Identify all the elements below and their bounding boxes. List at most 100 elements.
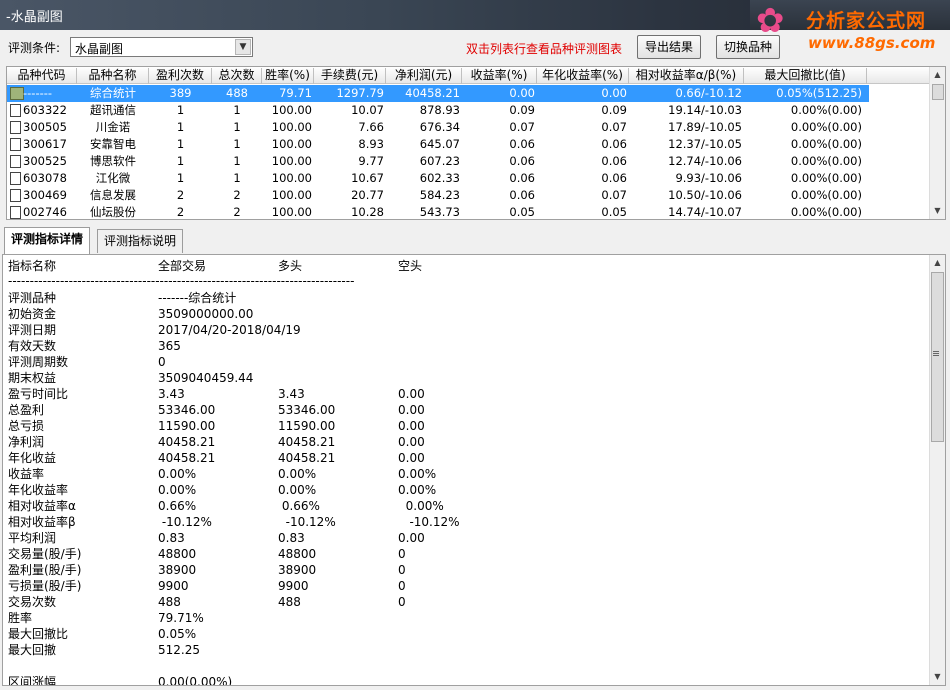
table-cell: 12.37/-10.05 bbox=[668, 137, 742, 151]
table-cell: 100.00 bbox=[271, 120, 312, 134]
metric-name: 评测周期数 bbox=[8, 355, 69, 369]
metric-value: 488 bbox=[278, 595, 301, 609]
table-cell: 1 bbox=[233, 171, 241, 185]
table-cell: 300469 bbox=[23, 188, 67, 202]
table-row[interactable]: ------- 综合统计 389 488 79.71 1297.79 40458.21 0.0… bbox=[7, 85, 869, 102]
detail-header-long: 多头 bbox=[278, 259, 303, 273]
metric-value: 0.00% bbox=[398, 467, 437, 481]
document-icon bbox=[10, 189, 21, 202]
scroll-down-icon[interactable]: ▼ bbox=[930, 669, 945, 685]
col-header-netprofit[interactable]: 净利润(元) bbox=[386, 68, 462, 84]
document-icon bbox=[10, 104, 21, 117]
detail-separator: ----------------------------------------… bbox=[8, 274, 355, 288]
metric-name: 评测品种 bbox=[8, 291, 57, 305]
metric-name: 最大回撤 bbox=[8, 643, 57, 657]
tab-indicator-details[interactable]: 评测指标详情 bbox=[4, 227, 91, 254]
table-row[interactable]: 002746 仙坛股份 2 2 100.00 10.28 543.73 0.05 0.05 14.… bbox=[7, 204, 869, 219]
col-header-max-drawdown[interactable]: 最大回撤比(值) bbox=[744, 68, 867, 84]
table-cell: 1 bbox=[176, 171, 185, 185]
table-cell: 0.07 bbox=[601, 188, 627, 202]
chevron-down-icon[interactable]: ▼ bbox=[235, 39, 251, 55]
switch-symbol-button[interactable]: 切换品种 bbox=[716, 35, 780, 59]
scroll-up-icon[interactable]: ▲ bbox=[930, 255, 945, 271]
col-header-wins[interactable]: 盈利次数 bbox=[149, 68, 212, 84]
scroll-grip-icon bbox=[933, 351, 939, 352]
detail-header-all: 全部交易 bbox=[158, 259, 207, 273]
metric-name: 初始资金 bbox=[8, 307, 57, 321]
scroll-down-icon[interactable]: ▼ bbox=[930, 203, 945, 219]
table-row[interactable]: 300505 川金诺 1 1 100.00 7.66 676.34 0.07 0.07 17.89… bbox=[7, 119, 869, 136]
table-cell: 389 bbox=[169, 86, 192, 100]
table-cell: 0.00%(0.00) bbox=[790, 188, 862, 202]
table-cell: 9.93/-10.06 bbox=[675, 171, 742, 185]
scroll-up-icon[interactable]: ▲ bbox=[930, 67, 945, 83]
table-row[interactable]: 603078 江化微 1 1 100.00 10.67 602.33 0.06 0.06 9.93… bbox=[7, 170, 869, 187]
metric-name: 盈利量(股/手) bbox=[8, 563, 82, 577]
condition-select-value: 水晶副图 bbox=[75, 42, 124, 56]
table-cell: ------- bbox=[23, 86, 53, 100]
col-header-winrate[interactable]: 胜率(%) bbox=[262, 68, 314, 84]
table-cell: 9.77 bbox=[358, 154, 384, 168]
table-cell: 0.66/-10.12 bbox=[675, 86, 742, 100]
table-cell: 1 bbox=[176, 103, 185, 117]
table-cell: 488 bbox=[226, 86, 248, 100]
table-cell: 100.00 bbox=[271, 137, 312, 151]
col-header-return[interactable]: 收益率(%) bbox=[462, 68, 537, 84]
detail-panel: 指标名称 全部交易 多头 空头 ------------------------… bbox=[2, 254, 946, 686]
metric-value: 53346.00 bbox=[158, 403, 216, 417]
col-header-relative-return[interactable]: 相对收益率α/β(%) bbox=[629, 68, 744, 84]
metric-value: 2017/04/20-2018/04/19 bbox=[158, 323, 301, 337]
condition-select[interactable]: 水晶副图 ▼ bbox=[70, 37, 253, 57]
table-row[interactable]: 300525 博思软件 1 1 100.00 9.77 607.23 0.06 0.06 12.7… bbox=[7, 153, 869, 170]
metric-value: 488 bbox=[158, 595, 181, 609]
table-cell: 博思软件 bbox=[90, 154, 136, 168]
col-header-code[interactable]: 品种代码 bbox=[7, 68, 77, 84]
metric-value: -------综合统计 bbox=[158, 291, 237, 305]
table-row[interactable]: 603322 超讯通信 1 1 100.00 10.07 878.93 0.09 0.09 19.… bbox=[7, 102, 869, 119]
condition-label: 评测条件: bbox=[8, 41, 61, 55]
metric-value: 0.83 bbox=[278, 531, 305, 545]
col-header-annual-return[interactable]: 年化收益率(%) bbox=[537, 68, 629, 84]
table-cell: 0.06 bbox=[601, 171, 627, 185]
scroll-thumb[interactable] bbox=[931, 272, 944, 442]
table-cell: 602.33 bbox=[419, 171, 460, 185]
table-cell: 603322 bbox=[23, 103, 67, 117]
export-button[interactable]: 导出结果 bbox=[637, 35, 701, 59]
table-cell: 0.06 bbox=[601, 137, 627, 151]
metric-value: 79.71% bbox=[158, 611, 204, 625]
metric-name: 胜率 bbox=[8, 611, 33, 625]
detail-header-name: 指标名称 bbox=[8, 259, 57, 273]
metric-name: 盈亏时间比 bbox=[8, 387, 69, 401]
scroll-thumb[interactable] bbox=[932, 84, 944, 100]
table-cell: 0.06 bbox=[509, 137, 535, 151]
table-cell: 0.06 bbox=[509, 154, 535, 168]
table-cell: 综合统计 bbox=[90, 86, 136, 100]
table-cell: 信息发展 bbox=[90, 188, 136, 202]
tab-indicator-explanation[interactable]: 评测指标说明 bbox=[97, 229, 184, 253]
metric-value: 38900 bbox=[158, 563, 197, 577]
table-cell: 1 bbox=[233, 103, 241, 117]
table-cell: 0.00%(0.00) bbox=[790, 154, 862, 168]
table-row[interactable]: 300617 安靠智电 1 1 100.00 8.93 645.07 0.06 0.06 12.3… bbox=[7, 136, 869, 153]
table-cell: 878.93 bbox=[419, 103, 460, 117]
table-cell: 300505 bbox=[23, 120, 67, 134]
metric-value: -10.12% bbox=[278, 515, 336, 529]
metric-name: 年化收益 bbox=[8, 451, 57, 465]
metric-value: 0.00% bbox=[278, 483, 317, 497]
col-header-fee[interactable]: 手续费(元) bbox=[314, 68, 386, 84]
metric-value: 0.00 bbox=[398, 531, 425, 545]
metric-value: 48800 bbox=[158, 547, 197, 561]
metric-value: 0 bbox=[158, 355, 166, 369]
detail-scrollbar[interactable]: ▲ ▼ bbox=[929, 255, 945, 685]
table-scrollbar[interactable]: ▲ ▼ bbox=[929, 67, 945, 219]
table-row[interactable]: 300469 信息发展 2 2 100.00 20.77 584.23 0.06 0.07 10.… bbox=[7, 187, 869, 204]
metric-value: 0 bbox=[398, 579, 406, 593]
col-header-total[interactable]: 总次数 bbox=[212, 68, 262, 84]
metric-name: 评测日期 bbox=[8, 323, 57, 337]
metric-name: 有效天数 bbox=[8, 339, 57, 353]
table-cell: 100.00 bbox=[271, 171, 312, 185]
metric-name: 最大回撤比 bbox=[8, 627, 69, 641]
table-cell: 1 bbox=[233, 154, 241, 168]
table-cell: 14.74/-10.07 bbox=[668, 205, 742, 219]
col-header-name[interactable]: 品种名称 bbox=[77, 68, 149, 84]
